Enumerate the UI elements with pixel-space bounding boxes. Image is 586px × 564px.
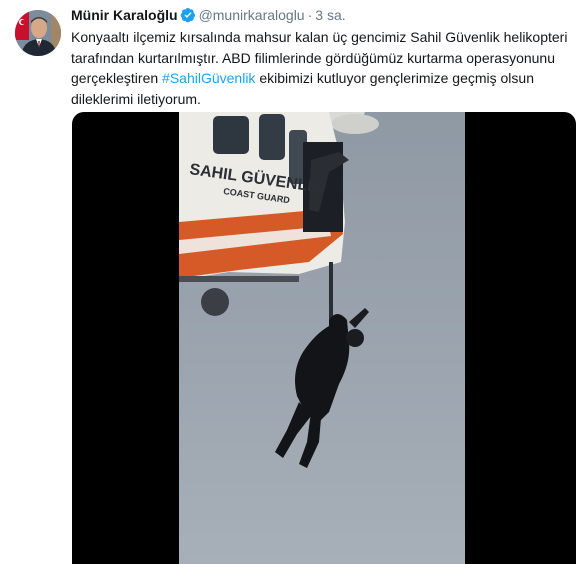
video-frame[interactable]: SAHIL GÜVENLIK COAST GUARD [179, 112, 465, 564]
hashtag-link[interactable]: #SahilGüvenlik [162, 70, 255, 86]
avatar-photo [15, 10, 61, 56]
author-handle[interactable]: @munirkaraloglu [199, 7, 305, 23]
helicopter-rescue-image: SAHIL GÜVENLIK COAST GUARD [179, 112, 465, 564]
avatar[interactable] [15, 10, 61, 56]
tweet-text: Konyaaltı ilçemiz kırsalında mahsur kala… [71, 27, 571, 109]
tweet-header: Münir Karaloğlu @munirkaraloglu · 3 sa. [71, 6, 346, 27]
separator-dot: · [307, 7, 313, 23]
author-name[interactable]: Münir Karaloğlu [71, 7, 178, 23]
tweet-video[interactable]: SAHIL GÜVENLIK COAST GUARD [72, 112, 576, 564]
verified-badge-icon [180, 7, 196, 27]
tweet-timestamp[interactable]: 3 sa. [315, 7, 345, 23]
